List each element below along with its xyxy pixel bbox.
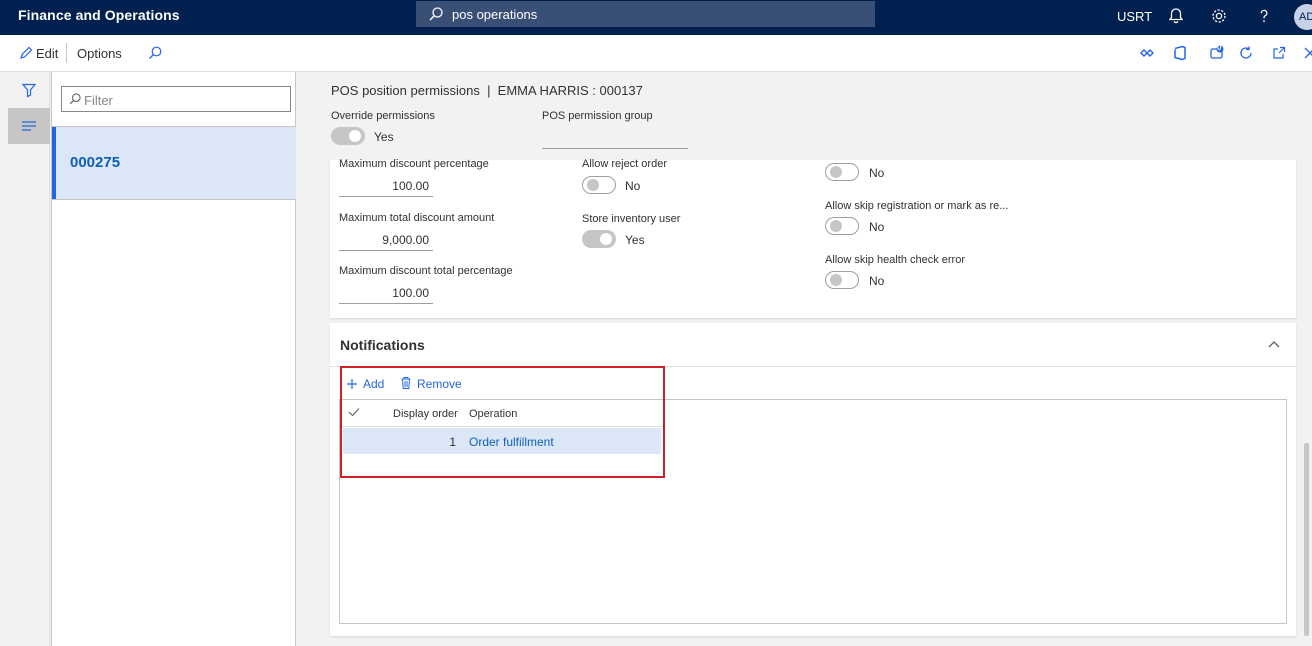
list-item-id[interactable]: 000275 bbox=[70, 154, 120, 171]
edit-button[interactable]: Edit bbox=[36, 46, 58, 61]
field-underline bbox=[339, 303, 433, 304]
pos-permission-group-field[interactable] bbox=[542, 148, 688, 149]
override-permissions-label: Override permissions bbox=[331, 110, 435, 122]
store-inventory-user-value: Yes bbox=[625, 233, 645, 247]
list-pane-button[interactable] bbox=[8, 108, 50, 144]
search-icon bbox=[429, 7, 443, 21]
filter-pane-button[interactable] bbox=[8, 72, 50, 108]
breadcrumb: POS position permissions | EMMA HARRIS :… bbox=[331, 83, 643, 98]
max-discount-total-pct-label: Maximum discount total percentage bbox=[339, 265, 513, 277]
search-icon bbox=[69, 93, 81, 105]
selection-indicator bbox=[52, 127, 56, 199]
chevron-up-icon[interactable] bbox=[1267, 339, 1281, 349]
override-permissions-value: Yes bbox=[374, 130, 394, 144]
record-list-pane: Filter 000275 bbox=[51, 72, 296, 646]
search-icon[interactable] bbox=[147, 45, 163, 61]
permission-toggle-value: No bbox=[869, 166, 885, 180]
action-pane: Edit Options 0 bbox=[0, 35, 1312, 72]
funnel-icon bbox=[21, 83, 37, 98]
app-title[interactable]: Finance and Operations bbox=[18, 7, 180, 23]
permissions-section: Maximum discount percentage 100.00 Maxim… bbox=[330, 158, 1296, 318]
allow-skip-registration-value: No bbox=[869, 220, 885, 234]
field-underline bbox=[339, 196, 433, 197]
notification-count-badge: 0 bbox=[1217, 43, 1222, 52]
allow-skip-registration-label: Allow skip registration or mark as re... bbox=[825, 200, 1009, 212]
allow-skip-health-check-value: No bbox=[869, 274, 885, 288]
allow-reject-order-toggle[interactable] bbox=[582, 176, 616, 194]
office-icon[interactable] bbox=[1172, 45, 1188, 61]
max-discount-total-pct-input[interactable]: 100.00 bbox=[339, 286, 429, 300]
annotation-highlight-box bbox=[340, 366, 665, 478]
top-nav-bar: Finance and Operations pos operations US… bbox=[0, 0, 1312, 35]
pencil-icon bbox=[20, 46, 33, 59]
open-new-window-icon[interactable] bbox=[1271, 45, 1287, 61]
details-pane: POS position permissions | EMMA HARRIS :… bbox=[304, 72, 1312, 646]
refresh-icon[interactable] bbox=[1238, 45, 1254, 61]
max-total-discount-label: Maximum total discount amount bbox=[339, 212, 495, 224]
filter-input[interactable]: Filter bbox=[61, 86, 291, 112]
gear-icon[interactable] bbox=[1210, 7, 1228, 25]
allow-skip-registration-toggle[interactable] bbox=[825, 217, 859, 235]
store-inventory-user-label: Store inventory user bbox=[582, 213, 681, 225]
allow-skip-health-check-label: Allow skip health check error bbox=[825, 254, 966, 266]
company-picker[interactable]: USRT bbox=[1117, 9, 1152, 24]
store-inventory-user-toggle[interactable] bbox=[582, 230, 616, 248]
close-icon[interactable] bbox=[1302, 45, 1312, 61]
override-permissions-toggle[interactable] bbox=[331, 127, 365, 145]
help-icon[interactable] bbox=[1255, 7, 1273, 25]
permission-toggle[interactable] bbox=[825, 163, 859, 181]
section-title[interactable]: Notifications bbox=[340, 337, 425, 353]
bell-icon[interactable] bbox=[1167, 7, 1185, 25]
left-rail bbox=[8, 72, 50, 646]
allow-reject-order-value: No bbox=[625, 179, 641, 193]
allow-reject-order-label: Allow reject order bbox=[582, 158, 667, 170]
options-button[interactable]: Options bbox=[77, 46, 122, 61]
filter-placeholder: Filter bbox=[84, 93, 113, 108]
divider bbox=[66, 43, 67, 63]
list-icon bbox=[22, 121, 36, 131]
allow-skip-health-check-toggle[interactable] bbox=[825, 271, 859, 289]
search-input[interactable]: pos operations bbox=[452, 7, 537, 22]
avatar[interactable]: AD bbox=[1294, 4, 1312, 30]
max-total-discount-input[interactable]: 9,000.00 bbox=[339, 233, 429, 247]
max-discount-pct-input[interactable]: 100.00 bbox=[339, 179, 429, 193]
vertical-scrollbar[interactable] bbox=[1304, 443, 1309, 636]
power-apps-icon[interactable] bbox=[1139, 45, 1155, 61]
notifications-section: Notifications Add Remove Display order O… bbox=[330, 323, 1296, 636]
field-underline bbox=[339, 250, 433, 251]
global-search-box[interactable]: pos operations bbox=[416, 1, 875, 27]
pos-permission-group-label: POS permission group bbox=[542, 110, 653, 122]
max-discount-pct-label: Maximum discount percentage bbox=[339, 158, 489, 170]
list-item[interactable]: 000275 bbox=[52, 126, 296, 200]
